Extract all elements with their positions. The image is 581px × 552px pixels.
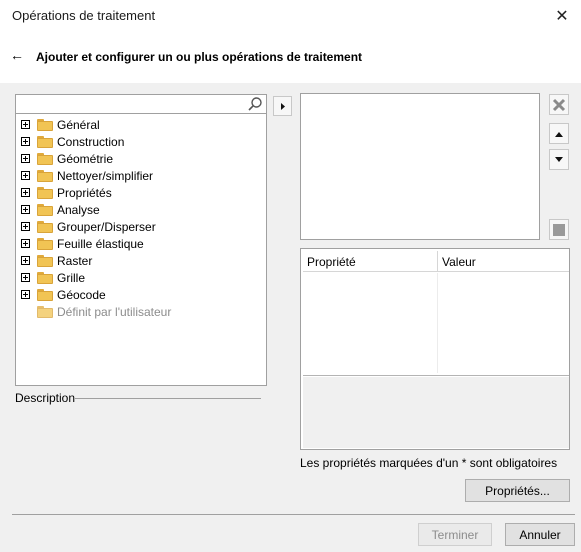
operations-tree[interactable]: Général Construction Géométrie Nettoyer/…	[15, 114, 267, 386]
folder-icon	[37, 136, 53, 148]
title-bar: Opérations de traitement ✕	[0, 0, 581, 33]
selected-operations-list[interactable]	[300, 93, 540, 240]
expand-plus-icon[interactable]	[21, 256, 30, 265]
operation-search-box[interactable]	[15, 94, 267, 114]
column-header-value[interactable]: Valeur	[442, 255, 476, 269]
expand-plus-icon[interactable]	[21, 222, 30, 231]
tree-item-feuille-elastique[interactable]: Feuille élastique	[16, 235, 266, 252]
folder-icon	[37, 187, 53, 199]
folder-icon	[37, 272, 53, 284]
column-divider	[437, 273, 438, 373]
tree-item-user-defined[interactable]: Définit par l'utilisateur	[16, 303, 266, 320]
tree-item-proprietes[interactable]: Propriétés	[16, 184, 266, 201]
tree-item-raster[interactable]: Raster	[16, 252, 266, 269]
tree-item-analyse[interactable]: Analyse	[16, 201, 266, 218]
wizard-header: ← Ajouter et configurer un ou plus opéra…	[0, 33, 581, 83]
tree-item-grouper[interactable]: Grouper/Disperser	[16, 218, 266, 235]
back-arrow-icon[interactable]: ←	[10, 47, 24, 63]
expand-plus-icon[interactable]	[21, 239, 30, 248]
grid-splitter[interactable]	[303, 375, 569, 376]
chevron-right-icon	[280, 102, 285, 110]
required-note: Les propriétés marquées d'un * sont obli…	[300, 456, 558, 470]
tree-item-geocode[interactable]: Géocode	[16, 286, 266, 303]
description-label: Description	[15, 391, 76, 405]
finish-button[interactable]: Terminer	[418, 523, 492, 546]
tree-item-label: Nettoyer/simplifier	[57, 169, 154, 183]
folder-icon	[37, 255, 53, 267]
description-group: Description	[15, 391, 261, 407]
expand-plus-icon[interactable]	[21, 188, 30, 197]
add-operation-button[interactable]	[273, 96, 292, 116]
column-header-property[interactable]: Propriété	[307, 255, 356, 269]
property-grid[interactable]: Propriété Valeur	[300, 248, 570, 450]
tree-item-general[interactable]: Général	[16, 116, 266, 133]
search-input[interactable]	[18, 96, 238, 112]
expand-plus-icon[interactable]	[21, 171, 30, 180]
folder-icon	[37, 306, 53, 318]
expand-plus-icon[interactable]	[21, 273, 30, 282]
folder-icon	[37, 289, 53, 301]
property-grid-header: Propriété Valeur	[303, 251, 569, 272]
expand-plus-icon[interactable]	[21, 154, 30, 163]
expand-plus-icon[interactable]	[21, 120, 30, 129]
folder-icon	[37, 238, 53, 250]
close-icon[interactable]: ✕	[549, 4, 575, 28]
folder-icon	[37, 221, 53, 233]
tree-item-label: Construction	[57, 135, 125, 149]
tree-item-label: Grouper/Disperser	[57, 220, 156, 234]
move-down-button[interactable]	[549, 149, 569, 170]
column-separator	[437, 251, 438, 272]
cancel-button[interactable]: Annuler	[505, 523, 575, 546]
tree-item-nettoyer[interactable]: Nettoyer/simplifier	[16, 167, 266, 184]
remove-operation-button[interactable]	[549, 94, 569, 115]
description-divider	[75, 398, 261, 399]
tree-item-label: Définit par l'utilisateur	[57, 305, 172, 319]
tree-item-construction[interactable]: Construction	[16, 133, 266, 150]
property-description-area	[303, 377, 569, 448]
page-heading: Ajouter et configurer un ou plus opérati…	[36, 50, 363, 64]
folder-icon	[37, 170, 53, 182]
expand-plus-icon[interactable]	[21, 137, 30, 146]
tree-item-label: Grille	[57, 271, 86, 285]
tree-item-label: Propriétés	[57, 186, 112, 200]
folder-icon	[37, 119, 53, 131]
search-icon[interactable]	[247, 96, 263, 112]
triangle-down-icon	[555, 156, 563, 162]
window-title: Opérations de traitement	[12, 8, 156, 23]
expand-plus-icon[interactable]	[21, 290, 30, 299]
folder-icon	[37, 204, 53, 216]
delete-x-icon	[552, 98, 566, 111]
square-icon	[553, 223, 565, 236]
folder-icon	[37, 153, 53, 165]
move-up-button[interactable]	[549, 123, 569, 144]
properties-button[interactable]: Propriétés...	[465, 479, 570, 502]
tree-item-geometrie[interactable]: Géométrie	[16, 150, 266, 167]
tree-item-label: Feuille élastique	[57, 237, 144, 251]
operation-settings-button[interactable]	[549, 219, 569, 240]
tree-item-label: Géocode	[57, 288, 106, 302]
tree-item-grille[interactable]: Grille	[16, 269, 266, 286]
tree-item-label: Général	[57, 118, 100, 132]
tree-item-label: Analyse	[57, 203, 100, 217]
tree-item-label: Raster	[57, 254, 93, 268]
footer-divider	[12, 514, 575, 515]
triangle-up-icon	[555, 131, 563, 137]
tree-item-label: Géométrie	[57, 152, 114, 166]
expand-plus-icon[interactable]	[21, 205, 30, 214]
